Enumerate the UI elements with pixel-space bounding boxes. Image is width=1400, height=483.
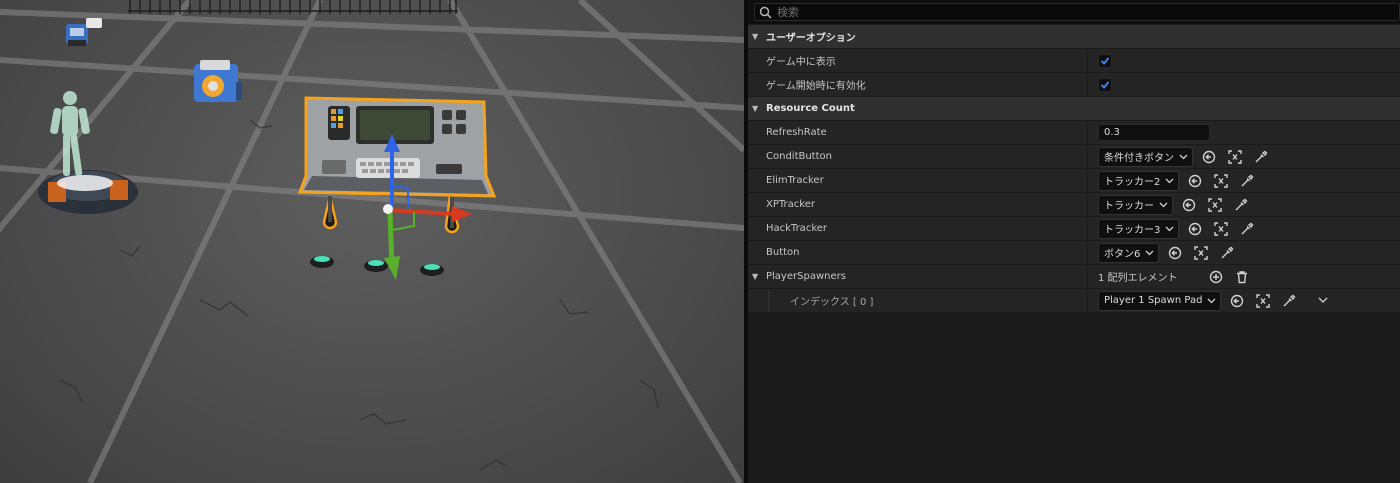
dropdown-value: トラッカー2 (1104, 177, 1161, 188)
eyedropper-icon[interactable] (1281, 293, 1297, 309)
player-spawn-pad-actor[interactable] (38, 91, 138, 214)
property-label: ElimTracker (748, 169, 1088, 192)
dropdown-value: トラッカー3 (1104, 225, 1161, 236)
property-row-refresh-rate: RefreshRate (748, 120, 1400, 144)
array-index-label-group: インデックス [ 0 ] (748, 289, 1088, 312)
property-row-hack-tracker: HackTracker トラッカー3 (748, 216, 1400, 240)
property-row-elim-tracker: ElimTracker トラッカー2 (748, 168, 1400, 192)
browse-arrow-icon[interactable] (1187, 173, 1203, 189)
chevron-down-icon (1165, 178, 1174, 184)
search-box[interactable] (754, 3, 1400, 21)
category-user-options[interactable]: ▼ ユーザーオプション (748, 24, 1400, 48)
category-title: Resource Count (766, 103, 855, 114)
chevron-down-icon (1179, 154, 1188, 160)
select-actor-icon[interactable] (1193, 245, 1209, 261)
eyedropper-icon[interactable] (1253, 149, 1269, 165)
dropdown-value: トラッカー (1104, 201, 1154, 212)
details-panel: ▼ ユーザーオプション ゲーム中に表示 ゲーム開始時に有効化 ▼ Resourc… (748, 0, 1400, 483)
browse-arrow-icon[interactable] (1229, 293, 1245, 309)
condit-button-dropdown[interactable]: 条件付きボタン (1098, 146, 1193, 167)
property-row-spawner-index-0: インデックス [ 0 ] Player 1 Spawn Pad (748, 288, 1400, 312)
dropdown-value: 条件付きボタン (1104, 153, 1174, 164)
eyedropper-icon[interactable] (1239, 173, 1255, 189)
property-label: ConditButton (748, 145, 1088, 168)
property-label-group: ▼ PlayerSpawners (748, 265, 1088, 288)
collapse-arrow-icon[interactable]: ▼ (752, 32, 766, 41)
tree-line (768, 289, 780, 312)
tracker-device-actor[interactable] (194, 60, 242, 102)
trash-icon[interactable] (1234, 269, 1250, 285)
property-label: ゲーム開始時に有効化 (748, 73, 1088, 96)
collapse-arrow-icon[interactable]: ▼ (752, 104, 766, 113)
property-label: Button (748, 241, 1088, 264)
dropdown-value: ボタン6 (1104, 249, 1141, 260)
viewport-scene (0, 0, 744, 483)
checkmark-icon (1100, 80, 1110, 89)
search-input[interactable] (777, 5, 1377, 19)
category-resource-count[interactable]: ▼ Resource Count (748, 96, 1400, 120)
elim-tracker-dropdown[interactable]: トラッカー2 (1098, 170, 1180, 191)
select-actor-icon[interactable] (1255, 293, 1271, 309)
checkmark-icon (1100, 56, 1110, 65)
property-row-enabled-at-start: ゲーム開始時に有効化 (748, 72, 1400, 96)
property-row-button: Button ボタン6 (748, 240, 1400, 264)
category-title: ユーザーオプション (766, 33, 856, 44)
xp-tracker-dropdown[interactable]: トラッカー (1098, 194, 1173, 215)
array-index-label: インデックス [ 0 ] (790, 297, 874, 308)
array-element-count: 1 配列エレメント (1098, 273, 1178, 284)
chevron-down-icon (1159, 202, 1168, 208)
property-row-condit-button: ConditButton 条件付きボタン (748, 144, 1400, 168)
property-label: PlayerSpawners (766, 271, 846, 282)
eyedropper-icon[interactable] (1219, 245, 1235, 261)
chevron-down-icon (1207, 298, 1216, 304)
element-options-chevron-icon[interactable] (1315, 293, 1331, 309)
property-label: XPTracker (748, 193, 1088, 216)
details-empty-area (748, 312, 1400, 479)
expand-arrow-icon[interactable]: ▼ (752, 272, 766, 281)
player-spawn-pad-dropdown[interactable]: Player 1 Spawn Pad (1098, 290, 1222, 311)
level-viewport[interactable] (0, 0, 744, 483)
refresh-rate-input[interactable] (1098, 124, 1210, 141)
eyedropper-icon[interactable] (1233, 197, 1249, 213)
select-actor-icon[interactable] (1207, 197, 1223, 213)
property-label: HackTracker (748, 217, 1088, 240)
button-dropdown[interactable]: ボタン6 (1098, 242, 1160, 263)
dropdown-value: Player 1 Spawn Pad (1104, 295, 1203, 306)
floor-grid (0, 0, 744, 483)
property-row-visible-in-game: ゲーム中に表示 (748, 48, 1400, 72)
property-label: RefreshRate (748, 121, 1088, 144)
chevron-down-icon (1165, 226, 1174, 232)
chevron-down-icon (1145, 250, 1154, 256)
browse-arrow-icon[interactable] (1201, 149, 1217, 165)
search-icon (759, 6, 772, 19)
enabled-at-start-checkbox[interactable] (1098, 77, 1112, 92)
eyedropper-icon[interactable] (1239, 221, 1255, 237)
property-row-xp-tracker: XPTracker トラッカー (748, 192, 1400, 216)
property-label: ゲーム中に表示 (748, 49, 1088, 72)
select-actor-icon[interactable] (1213, 173, 1229, 189)
visible-in-game-checkbox[interactable] (1098, 53, 1112, 68)
browse-arrow-icon[interactable] (1167, 245, 1183, 261)
button-pads[interactable] (310, 256, 444, 276)
select-actor-icon[interactable] (1213, 221, 1229, 237)
plus-circle-icon[interactable] (1208, 269, 1224, 285)
browse-arrow-icon[interactable] (1181, 197, 1197, 213)
property-row-player-spawners: ▼ PlayerSpawners 1 配列エレメント (748, 264, 1400, 288)
device-icon-actor[interactable] (66, 18, 102, 46)
browse-arrow-icon[interactable] (1187, 221, 1203, 237)
search-row (748, 0, 1400, 24)
hack-tracker-dropdown[interactable]: トラッカー3 (1098, 218, 1180, 239)
select-actor-icon[interactable] (1227, 149, 1243, 165)
